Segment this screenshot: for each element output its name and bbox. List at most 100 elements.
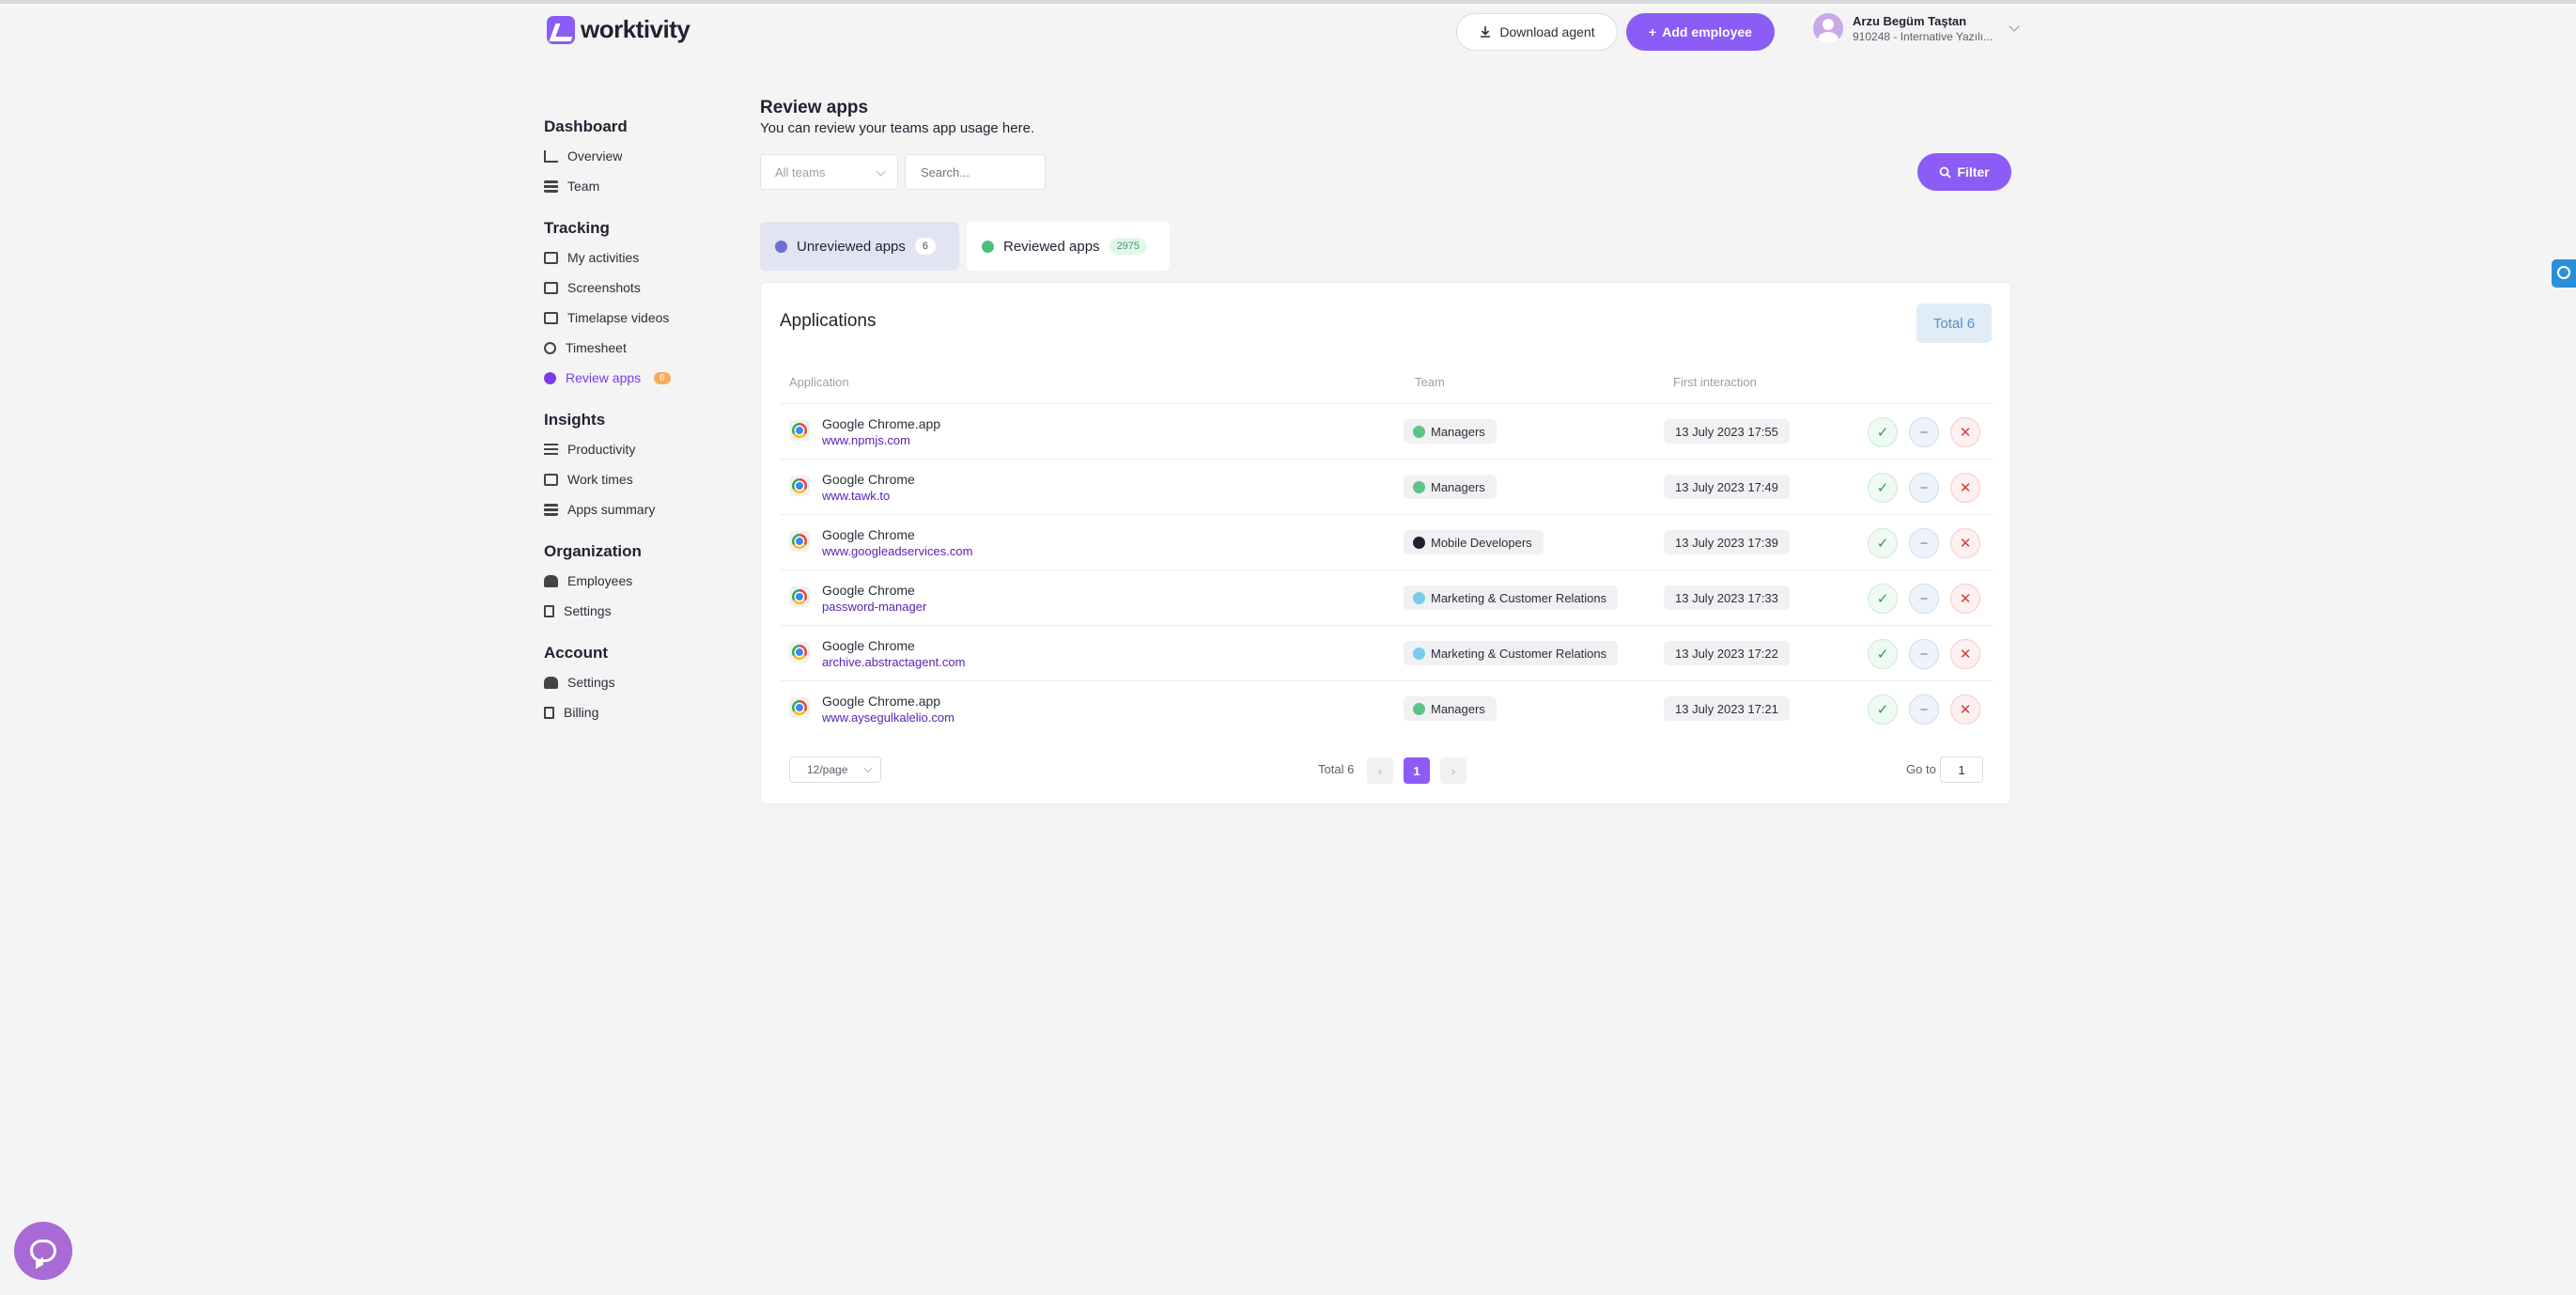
neutral-button[interactable]: − (1909, 417, 1939, 447)
first-interaction-date: 13 July 2023 17:21 (1664, 696, 1790, 721)
sidebar-item-work-times[interactable]: Work times (544, 464, 751, 494)
sidebar-item-apps-summary[interactable]: Apps summary (544, 494, 751, 524)
user-menu[interactable]: Arzu Begüm Taştan 910248 - Internative Y… (1813, 13, 1993, 43)
sidebar-item-overview[interactable]: Overview (544, 141, 751, 171)
image-icon (544, 281, 558, 294)
sidebar-item-account-settings[interactable]: Settings (544, 667, 751, 697)
logo[interactable]: worktivity (547, 15, 691, 44)
film-icon (544, 311, 558, 324)
approve-button[interactable]: ✓ (1868, 528, 1898, 558)
add-employee-button[interactable]: + Add employee (1626, 13, 1775, 51)
search-input[interactable] (905, 154, 1046, 190)
sidebar-item-timesheet[interactable]: Timesheet (544, 333, 751, 363)
table-row: Google Chrome www.googleadservices.com Mob… (780, 514, 1994, 569)
neutral-button[interactable]: − (1909, 584, 1939, 614)
window-top-border (0, 0, 2576, 4)
plus-icon: + (1649, 24, 1657, 39)
accessibility-widget-icon[interactable] (2552, 259, 2576, 288)
sidebar-section-organization: Organization (544, 542, 642, 560)
sidebar-item-team[interactable]: Team (544, 171, 751, 201)
question-circle-icon (775, 240, 787, 253)
sidebar-section-account: Account (544, 644, 608, 662)
sidebar-item-label: My activities (567, 250, 640, 265)
goto-page-input[interactable] (1940, 757, 1983, 783)
user-name: Arzu Begüm Taştan (1853, 13, 1967, 28)
chrome-icon (789, 476, 810, 496)
sidebar-item-timelapse-videos[interactable]: Timelapse videos (544, 303, 751, 333)
next-page-button[interactable]: › (1440, 757, 1466, 784)
table-row: Google Chrome.app www.aysegulkalelio.com M… (780, 680, 1994, 736)
reject-button[interactable]: ✕ (1950, 417, 1980, 447)
reject-button[interactable]: ✕ (1950, 473, 1980, 503)
team-tag: Marketing & Customer Relations (1404, 641, 1619, 665)
tab-reviewed-label: Reviewed apps (1003, 238, 1100, 255)
sidebar-item-billing[interactable]: Billing (544, 697, 751, 727)
app-url[interactable]: www.npmjs.com (822, 433, 910, 447)
column-header-first-interaction: First interaction (1673, 375, 1757, 389)
approve-button[interactable]: ✓ (1868, 639, 1898, 669)
team-tag: Mobile Developers (1404, 530, 1544, 554)
neutral-button[interactable]: − (1909, 473, 1939, 503)
page-subtitle: You can review your teams app usage here… (760, 120, 1035, 136)
users-icon (544, 574, 558, 587)
chrome-icon (789, 586, 810, 607)
approve-button[interactable]: ✓ (1868, 417, 1898, 447)
chrome-icon (789, 642, 810, 663)
logo-mark-icon (547, 15, 575, 44)
prev-page-button[interactable]: ‹ (1367, 757, 1393, 784)
download-agent-label: Download agent (1499, 24, 1595, 39)
reject-button[interactable]: ✕ (1950, 639, 1980, 669)
neutral-button[interactable]: − (1909, 694, 1939, 725)
tab-unreviewed-count: 6 (914, 238, 937, 255)
tab-unreviewed-apps[interactable]: Unreviewed apps 6 (760, 222, 959, 271)
reject-button[interactable]: ✕ (1950, 528, 1980, 558)
app-url[interactable]: www.tawk.to (822, 489, 890, 503)
sidebar-section-insights: Insights (544, 411, 606, 429)
reject-button[interactable]: ✕ (1950, 694, 1980, 725)
review-apps-badge: 6 (654, 371, 671, 384)
search-icon (1939, 166, 1952, 179)
app-name: Google Chrome (822, 583, 915, 598)
app-url[interactable]: www.aysegulkalelio.com (822, 710, 954, 725)
sidebar-item-productivity[interactable]: Productivity (544, 434, 751, 464)
neutral-button[interactable]: − (1909, 639, 1939, 669)
approve-button[interactable]: ✓ (1868, 473, 1898, 503)
sidebar-item-org-settings[interactable]: Settings (544, 596, 751, 626)
neutral-button[interactable]: − (1909, 528, 1939, 558)
reject-button[interactable]: ✕ (1950, 584, 1980, 614)
download-agent-button[interactable]: Download agent (1456, 13, 1618, 51)
sidebar-item-review-apps[interactable]: Review apps 6 (544, 363, 751, 393)
sidebar-item-my-activities[interactable]: My activities (544, 242, 751, 273)
page-number-button[interactable]: 1 (1404, 757, 1430, 784)
sidebar-item-screenshots[interactable]: Screenshots (544, 273, 751, 303)
app-url[interactable]: www.googleadservices.com (822, 544, 972, 558)
app-url[interactable]: password-manager (822, 600, 926, 614)
sidebar-item-label: Billing (564, 705, 599, 720)
id-card-icon (544, 251, 558, 264)
chat-widget-button[interactable] (14, 1222, 72, 1280)
teams-select[interactable]: All teams (760, 154, 898, 190)
chevron-down-icon[interactable] (2009, 21, 2020, 32)
approve-button[interactable]: ✓ (1868, 694, 1898, 725)
sidebar-item-label: Team (567, 179, 600, 194)
team-tag: Managers (1404, 696, 1497, 721)
chrome-icon (789, 697, 810, 718)
app-name: Google Chrome (822, 638, 915, 653)
tab-reviewed-count: 2975 (1109, 238, 1148, 255)
column-header-team: Team (1415, 375, 1445, 389)
page-size-select[interactable]: 12/page (789, 757, 881, 783)
app-name: Google Chrome (822, 527, 915, 542)
column-header-application: Application (789, 375, 849, 389)
download-icon (1481, 26, 1491, 38)
team-tag: Managers (1404, 419, 1497, 444)
applications-card: Applications Total 6 Application Team Fi… (760, 282, 2011, 804)
filter-label: Filter (1957, 164, 1990, 179)
filter-button[interactable]: Filter (1917, 153, 2011, 191)
approve-button[interactable]: ✓ (1868, 584, 1898, 614)
app-url[interactable]: archive.abstractagent.com (822, 655, 965, 669)
sidebar-item-label: Employees (567, 573, 633, 588)
tab-reviewed-apps[interactable]: Reviewed apps 2975 (967, 222, 1170, 271)
user-org: 910248 - Internative Yazılı... (1853, 29, 1993, 43)
first-interaction-date: 13 July 2023 17:22 (1664, 641, 1790, 665)
sidebar-item-employees[interactable]: Employees (544, 566, 751, 596)
